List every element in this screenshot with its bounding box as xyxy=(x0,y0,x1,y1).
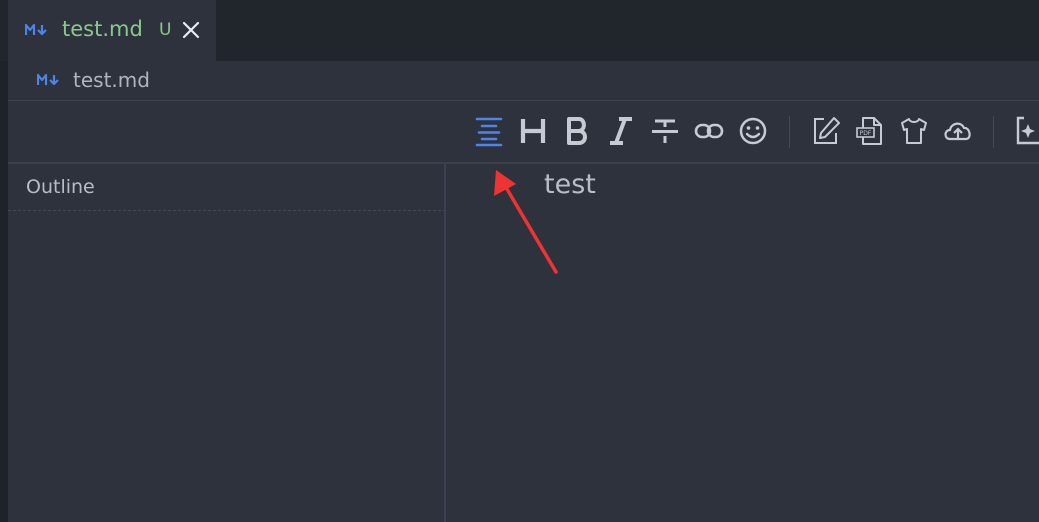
editor-content-area[interactable]: test xyxy=(448,164,1039,522)
svg-text:PDF: PDF xyxy=(860,130,872,137)
editor-toolbar: PDF xyxy=(8,101,1039,164)
outline-divider xyxy=(8,210,446,211)
tab-bar: test.md U xyxy=(0,0,1039,61)
strikethrough-icon[interactable] xyxy=(649,115,681,147)
markdown-icon xyxy=(37,73,59,86)
close-icon[interactable] xyxy=(180,19,202,41)
bold-icon[interactable] xyxy=(561,115,593,147)
italic-icon[interactable] xyxy=(605,115,637,147)
breadcrumb: test.md xyxy=(8,61,1039,100)
sparkle-frame-icon[interactable] xyxy=(1014,115,1039,147)
link-icon[interactable] xyxy=(693,115,725,147)
tab-label: test.md xyxy=(62,17,143,41)
cloud-upload-icon[interactable] xyxy=(942,115,974,147)
tab-test-md[interactable]: test.md U xyxy=(8,0,216,61)
theme-shirt-icon[interactable] xyxy=(898,115,930,147)
app-window: test.md U test.md PDF Outline test xyxy=(0,0,1039,522)
untracked-badge: U xyxy=(159,20,172,40)
outline-toggle-icon[interactable] xyxy=(473,115,505,147)
edit-icon[interactable] xyxy=(810,115,842,147)
toolbar-separator xyxy=(993,116,994,148)
heading-icon[interactable] xyxy=(517,115,549,147)
outline-panel: Outline xyxy=(8,164,446,522)
outline-title: Outline xyxy=(26,176,95,198)
left-gutter xyxy=(0,100,8,522)
breadcrumb-filename[interactable]: test.md xyxy=(73,68,150,92)
document-text[interactable]: test xyxy=(544,169,596,200)
toolbar-separator xyxy=(789,116,790,148)
markdown-editor: PDF Outline test xyxy=(8,100,1039,522)
emoji-icon[interactable] xyxy=(737,115,769,147)
markdown-icon xyxy=(25,23,47,36)
pdf-export-icon[interactable]: PDF xyxy=(854,115,886,147)
